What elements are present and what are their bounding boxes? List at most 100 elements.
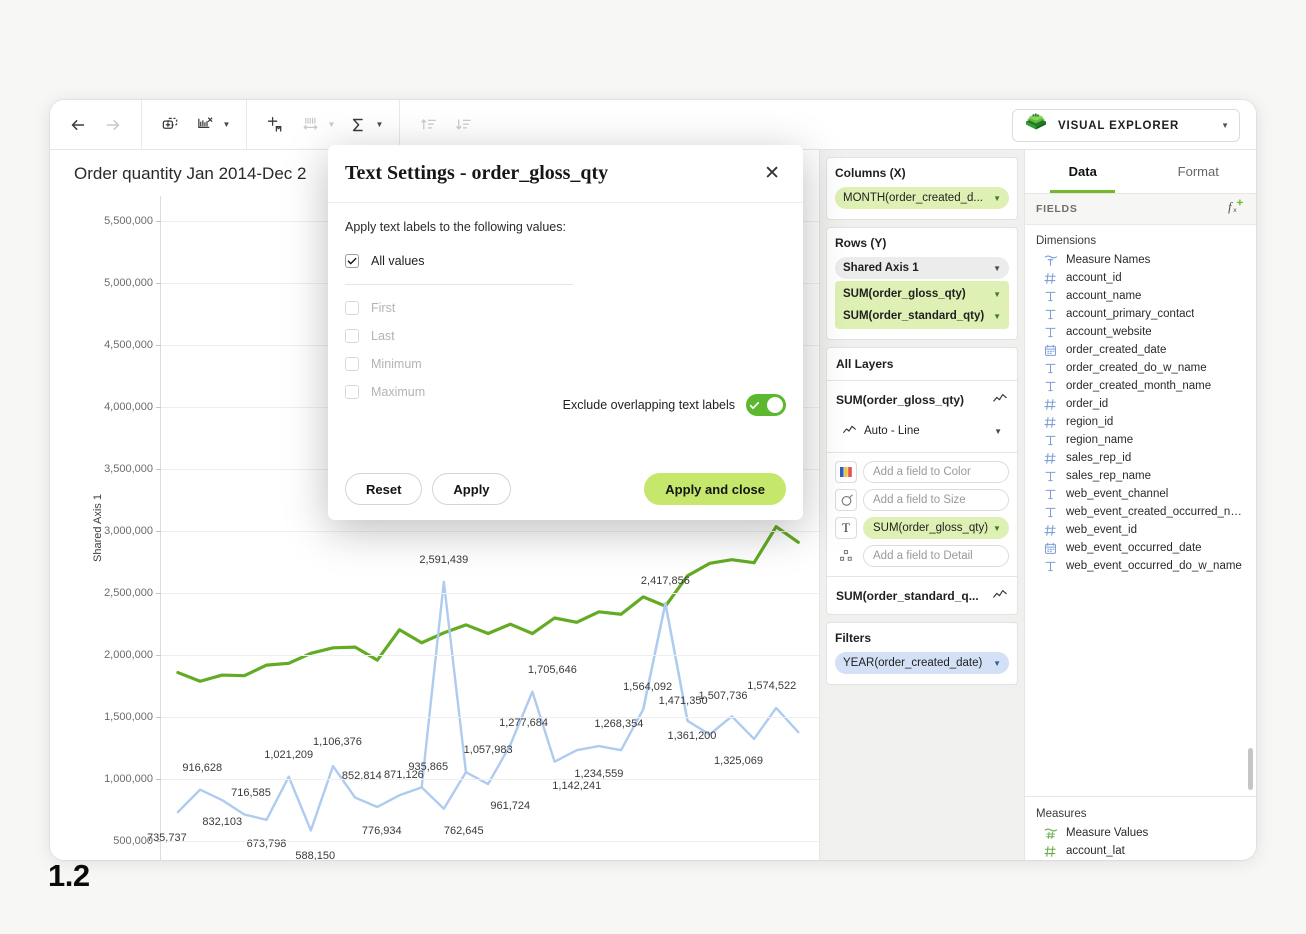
pill-sum-order-standard-qty[interactable]: SUM(order_standard_qty) ▼ [835,305,1009,327]
color-palette-icon[interactable] [835,461,857,483]
field-row[interactable]: Measure Names [1025,251,1256,269]
layer-item-sum-order-standard-qty[interactable]: SUM(order_standard_q... [827,577,1017,614]
pill-chevron-down-icon[interactable]: ▼ [993,312,1001,321]
fit-size-chevron-down-icon[interactable]: ▼ [325,111,338,139]
field-row[interactable]: account_lat [1025,842,1256,860]
field-row[interactable]: order_created_do_w_name [1025,359,1256,377]
sort-ascending-icon[interactable] [413,110,443,140]
y-axis-tick-label: 3,500,000 [104,463,160,475]
filters-shelf: Filters YEAR(order_created_date) ▼ [826,622,1018,685]
totals-chevron-down-icon[interactable]: ▼ [373,111,386,139]
number-icon [1043,416,1057,429]
fit-size-control[interactable]: ▼ [295,110,338,140]
text-icon [1043,326,1057,339]
columns-shelf-title: Columns (X) [835,166,1009,180]
number-icon [1043,845,1057,858]
sigma-icon[interactable] [343,110,373,140]
field-row[interactable]: web_event_channel [1025,485,1256,503]
exclude-overlapping-toggle[interactable] [746,394,786,416]
brand-chevron-down-icon[interactable]: ▼ [1221,121,1229,130]
fields-scrollbar[interactable] [1248,748,1253,790]
field-row[interactable]: order_created_month_name [1025,377,1256,395]
number-icon [1043,524,1057,537]
pill-chevron-down-icon[interactable]: ▼ [993,264,1001,273]
totals-control[interactable]: ▼ [343,110,386,140]
fit-size-icon[interactable] [295,110,325,140]
checkbox-all-values[interactable] [345,254,359,268]
clear-chart-control[interactable]: ▼ [190,110,233,140]
add-calculated-field-icon[interactable]: f x [1228,199,1245,219]
toolbar-group-add: ▼ [142,100,246,150]
pill-shared-axis-1[interactable]: Shared Axis 1 ▼ [835,257,1009,279]
swap-axes-icon[interactable] [260,110,290,140]
columns-shelf: Columns (X) MONTH(order_created_d... ▼ [826,157,1018,220]
checkbox-row-minimum[interactable]: Minimum [345,350,786,378]
pill-chevron-down-icon[interactable]: ▼ [993,659,1001,668]
clear-chart-icon[interactable] [190,110,220,140]
field-row[interactable]: account_id [1025,269,1256,287]
reset-button[interactable]: Reset [345,473,422,505]
field-row[interactable]: account_website [1025,323,1256,341]
line-chart-icon[interactable] [992,390,1008,409]
layer-item-sum-order-gloss-qty[interactable]: SUM(order_gloss_qty) [827,381,1017,418]
size-field-dropzone[interactable]: Add a field to Size [863,489,1009,511]
close-icon[interactable]: ✕ [758,160,786,187]
field-row[interactable]: account_primary_contact [1025,305,1256,323]
field-row[interactable]: order_id [1025,395,1256,413]
checkbox-label: Maximum [371,385,425,399]
field-name: order_created_date [1066,344,1166,356]
tab-data[interactable]: Data [1025,150,1141,193]
checkbox-row-all-values[interactable]: All values [345,247,786,275]
field-row[interactable]: order_created_date [1025,341,1256,359]
tab-format[interactable]: Format [1141,150,1257,193]
field-row[interactable]: Measure Values [1025,824,1256,842]
detail-icon[interactable] [835,545,857,567]
color-field-dropzone[interactable]: Add a field to Color [863,461,1009,483]
field-row[interactable]: web_event_created_occurred_na... [1025,503,1256,521]
field-row[interactable]: web_event_id [1025,521,1256,539]
visual-explorer-brand-chip[interactable]: VISUAL EXPLORER ▼ [1012,109,1240,142]
checkbox-label: First [371,301,395,315]
detail-field-dropzone[interactable]: Add a field to Detail [863,545,1009,567]
field-row[interactable]: region_name [1025,431,1256,449]
dimensions-list[interactable]: Dimensions Measure Namesaccount_idaccoun… [1025,225,1256,796]
checkbox-minimum[interactable] [345,357,359,371]
checkbox-row-first[interactable]: First [345,294,786,322]
pill-year-order-created-date[interactable]: YEAR(order_created_date) ▼ [835,652,1009,674]
apply-and-close-button[interactable]: Apply and close [644,473,786,505]
pill-sum-order-gloss-qty[interactable]: SUM(order_gloss_qty) ▼ [835,283,1009,305]
text-field-pill[interactable]: SUM(order_gloss_qty) ▼ [863,517,1009,539]
dialog-title: Text Settings - order_gloss_qty [345,162,608,185]
sort-descending-icon[interactable] [448,110,478,140]
y-axis-tick-mark [156,221,161,222]
mark-type-chevron-down-icon[interactable]: ▼ [994,427,1002,436]
line-chart-icon[interactable] [992,586,1008,605]
field-row[interactable]: web_event_occurred_date [1025,539,1256,557]
pill-chevron-down-icon[interactable]: ▼ [993,524,1001,533]
size-icon[interactable] [835,489,857,511]
encoding-color: Add a field to Color [827,458,1017,486]
data-label: 832,103 [202,816,242,828]
field-row[interactable]: region_id [1025,413,1256,431]
data-label: 1,705,646 [528,664,577,676]
number-icon [1043,452,1057,465]
apply-button[interactable]: Apply [432,473,510,505]
text-icon[interactable]: T [835,517,857,539]
checkbox-last[interactable] [345,329,359,343]
checkbox-first[interactable] [345,301,359,315]
pill-chevron-down-icon[interactable]: ▼ [993,194,1001,203]
checkbox-row-last[interactable]: Last [345,322,786,350]
back-arrow-icon[interactable] [63,110,93,140]
forward-arrow-icon[interactable] [98,110,128,140]
field-row[interactable]: sales_rep_id [1025,449,1256,467]
field-row[interactable]: sales_rep_name [1025,467,1256,485]
field-row[interactable]: account_name [1025,287,1256,305]
add-card-icon[interactable] [155,110,185,140]
mark-type-select[interactable]: Auto - Line ▼ [835,418,1009,444]
pill-month-order-created-date[interactable]: MONTH(order_created_d... ▼ [835,187,1009,209]
checkbox-maximum[interactable] [345,385,359,399]
field-name: region_name [1066,434,1133,446]
field-row[interactable]: web_event_occurred_do_w_name [1025,557,1256,575]
pill-chevron-down-icon[interactable]: ▼ [993,290,1001,299]
clear-chart-chevron-down-icon[interactable]: ▼ [220,111,233,139]
